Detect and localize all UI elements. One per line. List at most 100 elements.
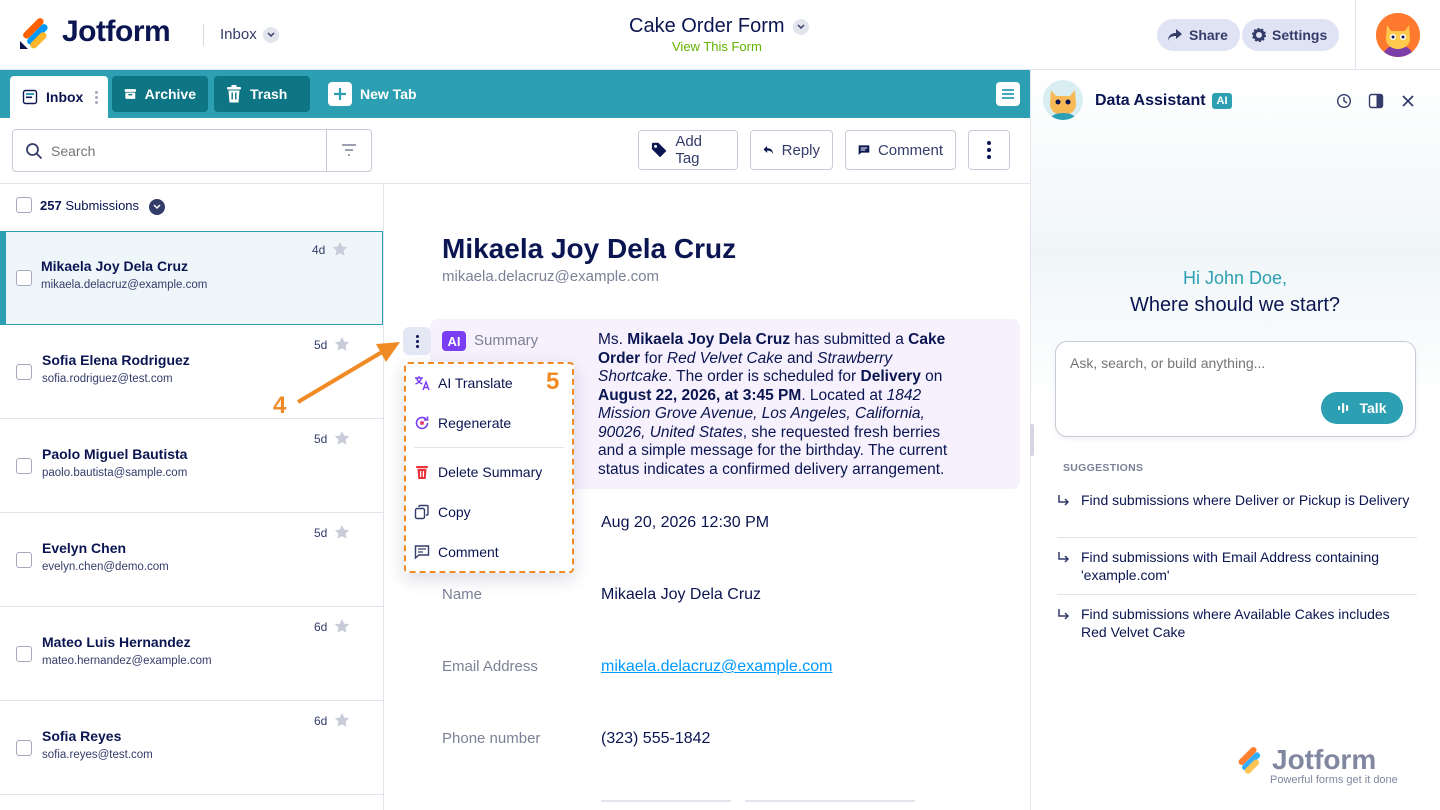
share-label: Share [1189,27,1228,43]
more-vertical-icon[interactable] [95,90,99,104]
row-email: sofia.reyes@test.com [42,749,153,761]
row-checkbox[interactable] [16,646,32,662]
resize-handle[interactable] [1030,424,1034,456]
chevron-down-icon [262,26,279,43]
row-name: Paolo Miguel Bautista [42,446,188,462]
form-title-dropdown[interactable]: Cake Order Form [629,15,809,38]
select-all-checkbox[interactable] [16,197,32,213]
regenerate-icon [415,416,429,430]
row-checkbox[interactable] [16,458,32,474]
row-age: 6d [314,714,328,728]
field-label: Phone number [442,730,541,747]
share-icon [1168,29,1182,41]
comment-icon [414,545,430,560]
divider [0,183,1030,184]
tab-archive[interactable]: Archive [112,76,208,112]
filter-icon[interactable] [339,143,359,157]
suggestion-item[interactable]: Find submissions where Available Cakes i… [1057,605,1417,641]
assistant-title: Data Assistant [1095,92,1206,109]
field-label: Email Address [442,658,538,675]
row-age: 5d [314,526,328,540]
row-age: 6d [314,620,328,634]
reply-icon [763,145,774,155]
more-vertical-icon [415,334,419,348]
tab-bar: Inbox Archive Trash New Tab [0,70,1030,118]
row-checkbox[interactable] [16,740,32,756]
star-icon[interactable] [334,524,350,540]
close-icon[interactable] [1400,93,1416,109]
menu-icon[interactable] [996,82,1020,106]
history-icon[interactable] [1336,93,1352,109]
suggestion-item[interactable]: Find submissions where Deliver or Pickup… [1057,491,1417,509]
star-icon[interactable] [334,430,350,446]
search-input[interactable] [51,138,321,164]
field-value: (323) 555-1842 [601,730,711,747]
divider [1355,0,1356,70]
list-item[interactable]: Paolo Miguel Bautista paolo.bautista@sam… [0,419,383,513]
inbox-dropdown[interactable]: Inbox [220,26,279,43]
settings-button[interactable]: Settings [1242,19,1340,51]
divider [601,800,731,802]
summary-text: Ms. Mikaela Joy Dela Cruz has submitted … [598,331,948,478]
voice-wave-icon [1337,403,1348,413]
list-item[interactable]: Mateo Luis Hernandez mateo.hernandez@exa… [0,607,383,701]
chevron-down-icon[interactable] [149,199,165,215]
talk-button[interactable]: Talk [1321,392,1403,424]
list-item[interactable]: Sofia Reyes sofia.reyes@test.com 6d [0,701,383,795]
annotation-step-5: 5 [546,368,560,395]
copy-icon [414,504,429,520]
star-icon[interactable] [334,712,350,728]
more-vertical-icon [987,141,991,159]
star-icon[interactable] [334,618,350,634]
row-checkbox[interactable] [16,270,32,286]
submission-count-label: Submissions [65,198,140,213]
jotform-logo-icon[interactable] [18,17,52,51]
tab-trash[interactable]: Trash [214,76,310,112]
share-button[interactable]: Share [1157,19,1240,51]
expand-panel-icon[interactable] [1368,93,1384,109]
row-checkbox[interactable] [16,364,32,380]
add-tag-button[interactable]: Add Tag [638,130,738,170]
divider [383,183,384,810]
row-email: evelyn.chen@demo.com [42,561,169,573]
view-form-link[interactable]: View This Form [672,39,762,54]
row-checkbox[interactable] [16,552,32,568]
menu-item-copy[interactable]: Copy [414,504,471,520]
email-link[interactable]: mikaela.delacruz@example.com [601,658,832,676]
menu-item-label: Copy [438,504,471,520]
menu-item-comment[interactable]: Comment [414,544,499,560]
submission-count: 257 Submissions [40,198,139,213]
suggestion-item[interactable]: Find submissions with Email Address cont… [1057,548,1417,584]
assistant-avatar [1043,80,1083,120]
inbox-icon [22,89,38,105]
arrow-return-icon [1058,609,1070,620]
ai-badge: AI [442,331,466,351]
chevron-down-icon [792,18,809,35]
assistant-input[interactable] [1070,352,1400,374]
avatar[interactable] [1376,13,1420,57]
menu-item-regenerate[interactable]: Regenerate [414,415,511,431]
menu-item-ai-translate[interactable]: AI Translate [414,375,513,391]
divider [203,24,204,46]
submission-date: Aug 20, 2026 12:30 PM [601,514,770,531]
suggestion-text: Find submissions where Available Cakes i… [1081,606,1390,640]
menu-item-label: Regenerate [438,415,512,431]
list-item[interactable]: Mikaela Joy Dela Cruz mikaela.delacruz@e… [0,231,383,325]
tab-new[interactable]: New Tab [316,76,429,112]
comment-button[interactable]: Comment [845,130,956,170]
list-item[interactable]: Evelyn Chen evelyn.chen@demo.com 5d [0,513,383,607]
suggestion-text: Find submissions with Email Address cont… [1081,549,1380,583]
star-icon[interactable] [332,241,348,257]
field-value: Mikaela Joy Dela Cruz [601,586,762,603]
reply-button[interactable]: Reply [750,130,833,170]
menu-item-delete-summary[interactable]: Delete Summary [414,464,542,480]
trash-icon [227,85,241,103]
suggestions-heading: SUGGESTIONS [1063,462,1144,474]
jotform-logo-text[interactable]: Jotform [62,15,171,49]
arrow-return-icon [1058,552,1070,563]
more-options-button[interactable] [968,130,1010,170]
archive-icon [124,89,136,99]
tab-archive-label: Archive [144,86,196,102]
translate-icon [415,376,430,391]
tab-inbox[interactable]: Inbox [10,76,109,118]
